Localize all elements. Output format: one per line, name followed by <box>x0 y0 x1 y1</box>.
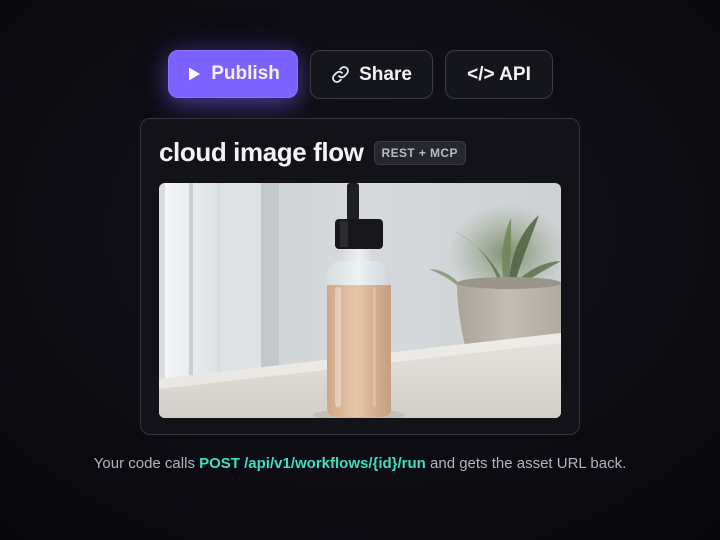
api-endpoint: POST /api/v1/workflows/{id}/run <box>199 455 426 472</box>
caption-suffix: and gets the asset URL back. <box>425 455 627 472</box>
caption-prefix: Your code calls <box>93 455 200 472</box>
api-label: </> API <box>467 63 531 85</box>
api-button[interactable]: </> API <box>445 50 553 99</box>
card-header: cloud image flow REST + MCP <box>159 137 466 168</box>
play-icon <box>186 66 202 82</box>
toolbar: Publish Share </> API <box>168 50 553 99</box>
caption-text: Your code calls POST /api/v1/workflows/{… <box>60 454 660 473</box>
protocol-badge: REST + MCP <box>373 140 466 165</box>
link-icon <box>331 65 350 84</box>
workflow-card: cloud image flow REST + MCP <box>140 118 580 435</box>
publish-button[interactable]: Publish <box>168 50 298 98</box>
share-button[interactable]: Share <box>310 50 433 99</box>
dropper-bottle-photo <box>159 183 561 418</box>
publish-label: Publish <box>211 63 280 84</box>
share-label: Share <box>359 63 412 85</box>
card-title: cloud image flow <box>159 137 364 167</box>
preview-image <box>159 183 561 418</box>
